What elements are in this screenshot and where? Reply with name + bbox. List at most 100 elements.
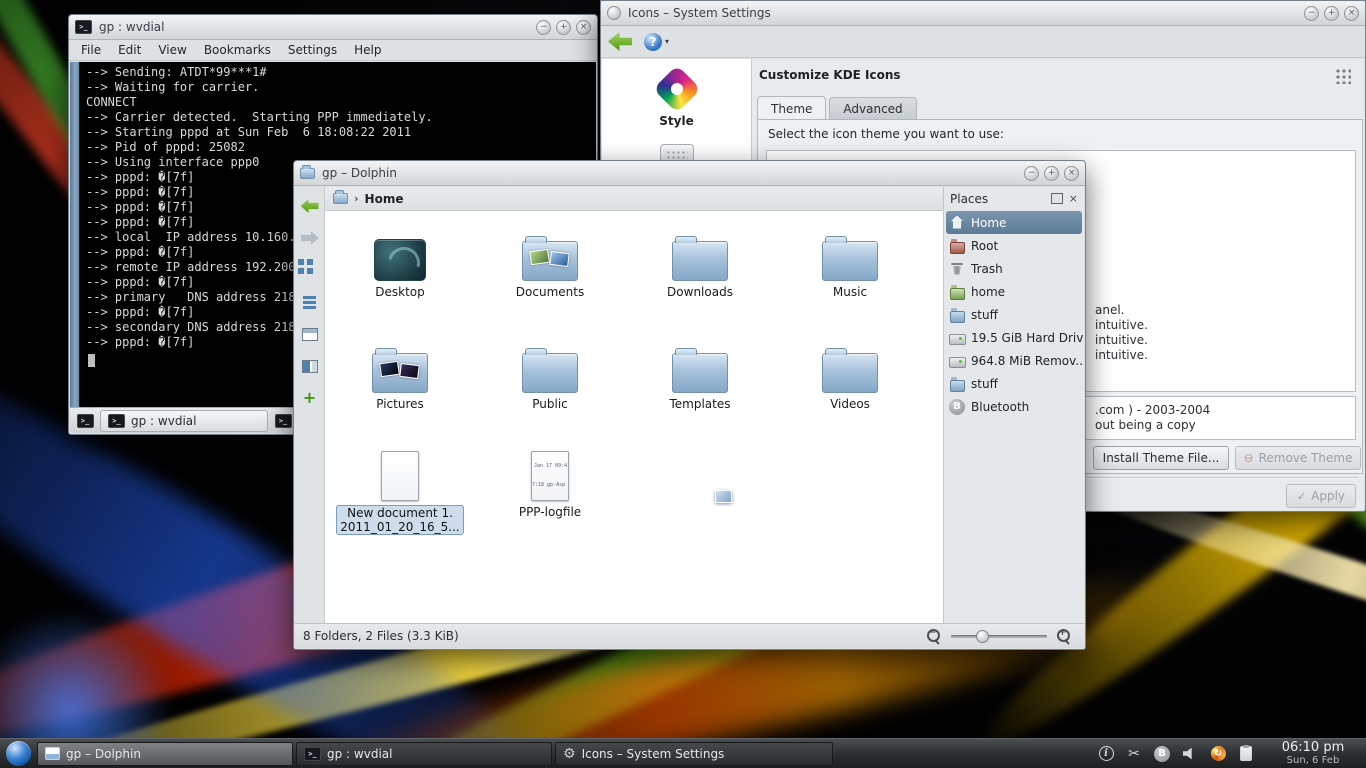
taskbar-task-system-settings[interactable]: ⚙ Icons – System Settings bbox=[555, 742, 833, 766]
terminal-scrollbar[interactable] bbox=[70, 62, 80, 407]
pictures-folder-icon bbox=[372, 353, 428, 393]
description-line: .com ) - 2003-2004 bbox=[1095, 403, 1210, 418]
menu-view[interactable]: View bbox=[158, 43, 186, 57]
folder-item-music[interactable]: Music bbox=[780, 221, 920, 299]
back-icon[interactable] bbox=[608, 32, 632, 51]
minimize-button[interactable]: − bbox=[1024, 166, 1039, 181]
zoom-in-icon[interactable]: + bbox=[1056, 628, 1072, 644]
zoom-out-icon[interactable]: − bbox=[926, 628, 942, 644]
settings-titlebar[interactable]: Icons – System Settings − + × bbox=[601, 1, 1365, 26]
icons-view-button[interactable] bbox=[297, 257, 323, 283]
maximize-button[interactable]: + bbox=[556, 20, 571, 35]
place-item-bluetooth[interactable]: B Bluetooth bbox=[944, 395, 1084, 418]
terminal-menubar: File Edit View Bookmarks Settings Help bbox=[69, 40, 597, 61]
new-tab-button[interactable]: >_ bbox=[73, 410, 97, 431]
page-title: Customize KDE Icons bbox=[759, 68, 901, 82]
bluetooth-tray-button[interactable]: B bbox=[1150, 743, 1174, 765]
kde-menu-button[interactable] bbox=[6, 741, 31, 766]
sync-button[interactable]: ↻ bbox=[1206, 743, 1230, 765]
sidebar-item-style[interactable]: Style bbox=[602, 69, 751, 128]
device-notifier-button[interactable]: i bbox=[1094, 743, 1118, 765]
folder-icon bbox=[949, 376, 965, 392]
folder-item-videos[interactable]: Videos bbox=[780, 333, 920, 411]
clipboard-button[interactable] bbox=[1234, 743, 1258, 765]
place-item-home-folder[interactable]: home bbox=[944, 280, 1084, 303]
split-view-button[interactable] bbox=[297, 353, 323, 379]
terminal-cursor bbox=[88, 354, 95, 367]
tab-advanced[interactable]: Advanced bbox=[829, 97, 916, 119]
taskbar-task-terminal[interactable]: >_ gp : wvdial bbox=[296, 742, 552, 766]
place-item-root[interactable]: Root bbox=[944, 234, 1084, 257]
terminal-titlebar[interactable]: >_ gp : wvdial − + × bbox=[69, 15, 597, 40]
place-item-stuff[interactable]: stuff bbox=[944, 303, 1084, 326]
breadcrumb[interactable]: › Home bbox=[325, 187, 942, 211]
theme-list-text: anel. intuitive. intuitive. intuitive. bbox=[1095, 303, 1148, 363]
float-panel-icon[interactable] bbox=[1053, 195, 1063, 204]
folder-item-downloads[interactable]: Downloads bbox=[630, 221, 770, 299]
back-button[interactable] bbox=[297, 193, 323, 219]
apply-button[interactable]: ✓ Apply bbox=[1286, 484, 1356, 508]
slider-handle[interactable] bbox=[976, 630, 989, 643]
minimize-button[interactable]: − bbox=[536, 20, 551, 35]
settings-toolbar: ? ▾ bbox=[601, 26, 1365, 58]
minimize-button[interactable]: − bbox=[1304, 6, 1319, 21]
close-panel-icon[interactable]: × bbox=[1069, 194, 1078, 204]
menu-file[interactable]: File bbox=[81, 43, 101, 57]
place-item-hard-drive[interactable]: 19.5 GiB Hard Drive bbox=[944, 326, 1084, 349]
menu-help[interactable]: Help bbox=[354, 43, 381, 57]
place-item-removable-drive[interactable]: 964.8 MiB Remov... bbox=[944, 349, 1084, 372]
item-label: Pictures bbox=[330, 397, 470, 411]
taskbar-task-dolphin[interactable]: gp – Dolphin bbox=[37, 742, 293, 766]
back-icon bbox=[301, 199, 319, 213]
settings-title: Icons – System Settings bbox=[628, 6, 771, 20]
dolphin-title: gp – Dolphin bbox=[322, 166, 397, 180]
clock[interactable]: 06:10 pm Sun, 6 Feb bbox=[1267, 741, 1359, 767]
folder-item-pictures[interactable]: Pictures bbox=[330, 333, 470, 411]
maximize-button[interactable]: + bbox=[1324, 6, 1339, 21]
help-icon: ? bbox=[644, 33, 662, 51]
dolphin-titlebar[interactable]: gp – Dolphin − + × bbox=[294, 161, 1085, 186]
place-item-trash[interactable]: Trash bbox=[944, 257, 1084, 280]
zoom-slider[interactable] bbox=[951, 630, 1047, 643]
close-button[interactable]: × bbox=[1064, 166, 1079, 181]
details-view-button[interactable] bbox=[297, 321, 323, 347]
remove-theme-button[interactable]: ⊖ Remove Theme bbox=[1235, 446, 1361, 470]
documents-folder-icon bbox=[522, 241, 578, 281]
place-item-home[interactable]: Home bbox=[946, 211, 1082, 234]
file-item-ppp-logfile[interactable]: Jan 17 09:4 7:18 gp-Asp ire-5738 pp pd[1… bbox=[480, 441, 620, 519]
terminal-icon: >_ bbox=[275, 414, 292, 428]
compact-view-button[interactable] bbox=[297, 289, 323, 315]
menu-bookmarks[interactable]: Bookmarks bbox=[204, 43, 271, 57]
places-panel: Places × Home Root Trash home bbox=[943, 187, 1084, 623]
overview-grid-icon[interactable] bbox=[1334, 67, 1351, 84]
dolphin-icon bbox=[45, 747, 60, 760]
blank-document-icon bbox=[381, 451, 419, 501]
item-label: Public bbox=[480, 397, 620, 411]
close-button[interactable]: × bbox=[576, 20, 591, 35]
menu-settings[interactable]: Settings bbox=[288, 43, 337, 57]
dolphin-folder-view[interactable]: Desktop Documents Downloads Music Pictur… bbox=[325, 211, 945, 623]
add-button[interactable]: + bbox=[297, 385, 323, 411]
selected-file-label: New document 1.2011_01_20_16_5... bbox=[336, 505, 463, 535]
folder-item-desktop[interactable]: Desktop bbox=[330, 221, 470, 299]
window-menu-button[interactable] bbox=[607, 6, 621, 20]
volume-button[interactable] bbox=[1178, 743, 1202, 765]
menu-edit[interactable]: Edit bbox=[118, 43, 141, 57]
folder-item-public[interactable]: Public bbox=[480, 333, 620, 411]
folder-item-documents[interactable]: Documents bbox=[480, 221, 620, 299]
maximize-button[interactable]: + bbox=[1044, 166, 1059, 181]
scissors-icon[interactable]: ✂ bbox=[1122, 743, 1146, 765]
folder-item-templates[interactable]: Templates bbox=[630, 333, 770, 411]
split-view-tab-button[interactable]: >_ bbox=[271, 410, 295, 431]
terminal-tab[interactable]: >_ gp : wvdial bbox=[100, 410, 268, 432]
tab-theme[interactable]: Theme bbox=[757, 96, 826, 119]
sync-icon: ↻ bbox=[1211, 746, 1226, 761]
install-theme-button[interactable]: Install Theme File... bbox=[1093, 446, 1229, 470]
help-button[interactable]: ? ▾ bbox=[644, 33, 669, 51]
place-item-stuff-2[interactable]: stuff bbox=[944, 372, 1084, 395]
terminal-app-icon: >_ bbox=[75, 20, 92, 34]
breadcrumb-location[interactable]: Home bbox=[365, 192, 404, 206]
forward-button[interactable] bbox=[297, 225, 323, 251]
file-item-new-document[interactable]: New document 1.2011_01_20_16_5... bbox=[330, 441, 470, 535]
close-button[interactable]: × bbox=[1344, 6, 1359, 21]
